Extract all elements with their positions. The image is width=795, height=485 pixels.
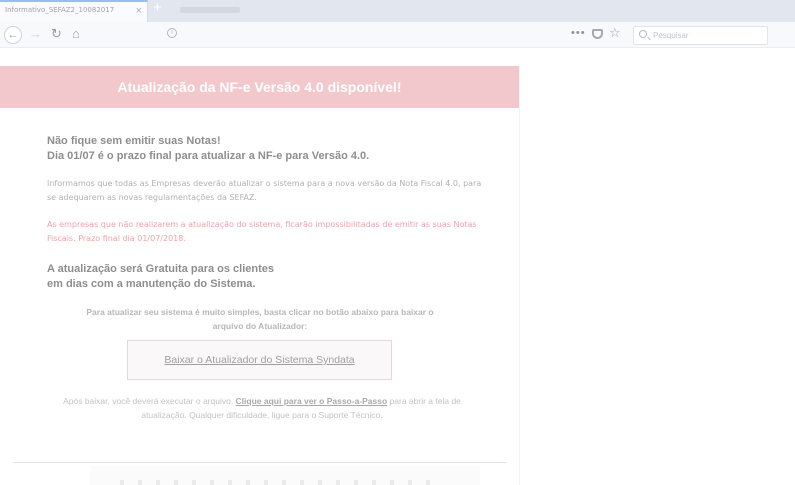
free-update-line-2: em dias com a manutenção do Sistema.: [47, 277, 256, 290]
search-placeholder: Pesquisar: [653, 31, 689, 40]
headline-line-1: Não fique sem emitir suas Notas!: [47, 135, 221, 147]
page-divider: [519, 66, 520, 485]
close-tab-icon[interactable]: ×: [136, 4, 142, 18]
page-title: Atualização da NF-e Versão 4.0 disponíve…: [117, 79, 402, 95]
free-update-line-1: A atualização será Gratuita para os clie…: [47, 263, 275, 275]
download-instructions: Para atualizar seu sistema é muito simpl…: [86, 307, 434, 331]
page-banner: Atualização da NF-e Versão 4.0 disponíve…: [0, 66, 519, 108]
url-bar[interactable]: i: [160, 25, 625, 45]
headline-line-2: Dia 01/07 é o prazo final para atualizar…: [47, 149, 370, 162]
active-tab[interactable]: Informativo_SEFAZ2_10082017 ×: [0, 0, 148, 22]
page-actions-icon[interactable]: •••: [571, 27, 586, 39]
star-icon[interactable]: ☆: [609, 25, 621, 41]
section-divider: [13, 462, 506, 463]
new-tab-icon[interactable]: +: [153, 0, 162, 17]
after-download-text: Após baixar, você deverá executar o arqu…: [47, 394, 477, 422]
tab-strip: Informativo_SEFAZ2_10082017 × +: [0, 0, 795, 22]
back-arrow-icon[interactable]: ←: [4, 26, 22, 44]
home-icon[interactable]: ⌂: [72, 26, 80, 42]
download-button[interactable]: Baixar o Atualizador do Sistema Syndata: [127, 340, 392, 380]
forward-arrow-icon[interactable]: →: [29, 26, 42, 42]
free-update-heading: A atualização será Gratuita para os clie…: [47, 262, 367, 291]
step-by-step-link[interactable]: Clique aqui para ver o Passo-a-Passo: [236, 396, 388, 406]
reload-icon[interactable]: ↻: [51, 26, 62, 42]
info-icon[interactable]: i: [167, 28, 177, 38]
info-paragraph: Informamos que todas as Empresas deverão…: [47, 179, 482, 202]
main-content: Não fique sem emitir suas Notas! Dia 01/…: [0, 108, 519, 485]
after-text-prefix: Após baixar, você deverá executar o arqu…: [63, 396, 236, 406]
search-input[interactable]: Pesquisar: [633, 26, 768, 45]
next-section-cutoff-text: [120, 480, 440, 485]
background-tab[interactable]: [180, 7, 240, 13]
warning-paragraph: As empresas que não realizarem a atualiz…: [47, 220, 477, 243]
headline: Não fique sem emitir suas Notas! Dia 01/…: [47, 134, 487, 163]
search-icon: [639, 30, 647, 38]
tab-title: Informativo_SEFAZ2_10082017: [5, 6, 115, 14]
